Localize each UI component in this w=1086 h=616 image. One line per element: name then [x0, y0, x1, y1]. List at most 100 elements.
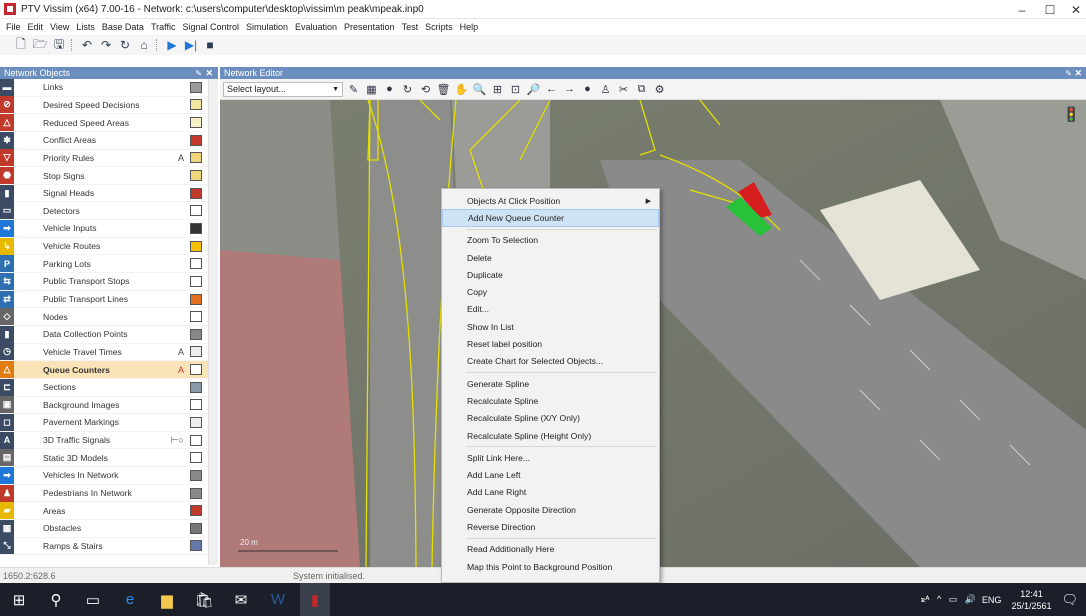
label-toggle[interactable]: A [178, 347, 184, 357]
graphic-parameters-swatch[interactable] [190, 293, 202, 305]
refresh-icon[interactable]: ↻ [118, 38, 132, 52]
menu-view[interactable]: View [50, 22, 69, 32]
context-menu-item[interactable]: Recalculate Spline (X/Y Only) [442, 410, 659, 427]
background-icon[interactable]: ● [383, 82, 396, 96]
grid-icon[interactable]: ▦ [365, 82, 378, 96]
graphic-parameters-swatch[interactable] [190, 416, 202, 428]
network-object-row[interactable]: ◷ Vehicle Travel Times A [0, 343, 208, 362]
graphic-parameters-swatch[interactable] [190, 452, 202, 464]
graphic-parameters-swatch[interactable] [190, 99, 202, 111]
context-menu-item[interactable]: Reverse Direction [442, 518, 659, 535]
network-object-row[interactable]: ▽ Priority Rules A [0, 149, 208, 168]
graphic-parameters-swatch[interactable] [190, 275, 202, 287]
zoom-in-icon[interactable]: 🔍 [473, 82, 487, 96]
save-file-icon[interactable]: 🖫 [52, 37, 66, 52]
menu-simulation[interactable]: Simulation [246, 22, 288, 32]
graphic-parameters-swatch[interactable] [190, 346, 202, 358]
network-object-row[interactable]: ⬣ Stop Signs [0, 167, 208, 185]
graphic-parameters-swatch[interactable] [190, 258, 202, 270]
menu-presentation[interactable]: Presentation [344, 22, 395, 32]
network-object-row[interactable]: ➡ Vehicles In Network [0, 466, 208, 485]
network-object-row[interactable]: ◻ Pavement Markings [0, 414, 208, 432]
context-menu-item[interactable]: Delete [442, 249, 659, 266]
menu-evaluation[interactable]: Evaluation [295, 22, 337, 32]
network-object-row[interactable]: ▮ Data Collection Points [0, 325, 208, 344]
menu-traffic[interactable]: Traffic [151, 22, 176, 32]
graphic-parameters-swatch[interactable] [190, 152, 202, 164]
new-file-icon[interactable]: 🗋 [14, 37, 28, 52]
network-object-row[interactable]: A 3D Traffic Signals ⊢○ [0, 431, 208, 450]
network-objects-scrollbar[interactable] [208, 79, 218, 565]
context-menu-item[interactable]: Zoom To Selection [442, 232, 659, 249]
tray-icons[interactable]: ꭱᴬ ^ ▭ 🔊 [921, 594, 976, 605]
screenshot-icon[interactable]: ⧉ [635, 82, 648, 96]
network-object-row[interactable]: ⇄ Public Transport Lines [0, 290, 208, 309]
close-button[interactable]: ✕ [1060, 0, 1086, 19]
context-menu-item[interactable]: Copy [442, 283, 659, 300]
graphic-parameters-swatch[interactable] [190, 487, 202, 499]
graphic-parameters-swatch[interactable] [190, 134, 202, 146]
context-menu-item[interactable]: Add New Queue Counter [442, 209, 659, 227]
forward-arrow-icon[interactable]: → [563, 82, 576, 96]
network-object-row[interactable]: ⇆ Public Transport Stops [0, 272, 208, 291]
label-toggle[interactable]: A [178, 153, 184, 163]
layout-select[interactable]: Select layout... ▼ [223, 81, 343, 97]
windows-start-icon[interactable]: ⊞ [4, 583, 34, 616]
pin-icon[interactable]: ✎ [1065, 69, 1072, 78]
graphic-parameters-swatch[interactable] [190, 117, 202, 129]
context-menu-item[interactable]: Generate Spline [442, 375, 659, 392]
undo-icon[interactable]: ↶ [80, 38, 94, 52]
network-object-row[interactable]: △ Reduced Speed Areas [0, 114, 208, 132]
network-object-row[interactable]: ◇ Nodes [0, 308, 208, 326]
graphic-parameters-swatch[interactable] [190, 205, 202, 217]
notification-icon[interactable]: 🗨 [1061, 592, 1078, 608]
edge-icon[interactable]: e [115, 583, 145, 616]
network-object-row[interactable]: ♟ Pedestrians In Network [0, 484, 208, 503]
zoom-extent-icon[interactable]: ⊡ [509, 82, 522, 96]
panel-close-icon[interactable]: ✕ [1074, 68, 1082, 79]
context-menu-item[interactable]: Duplicate [442, 266, 659, 283]
context-menu-item[interactable]: Objects At Click Position ▶ [442, 192, 659, 209]
graphic-parameters-swatch[interactable] [190, 222, 202, 234]
context-menu-item[interactable]: Read Additionally Here [442, 541, 659, 558]
graphic-parameters-swatch[interactable] [190, 364, 202, 376]
store-icon[interactable]: 🛍 [189, 583, 219, 616]
network-object-row[interactable]: ✱ Conflict Areas [0, 131, 208, 150]
graphic-parameters-swatch[interactable] [190, 381, 202, 393]
word-icon[interactable]: W [263, 583, 293, 616]
label-toggle[interactable]: A [178, 365, 184, 375]
network-object-row[interactable]: ↳ Vehicle Routes [0, 237, 208, 256]
open-file-icon[interactable]: 🗁 [33, 37, 48, 52]
graphic-parameters-swatch[interactable] [190, 240, 202, 252]
pedestrian-icon[interactable]: ♙ [599, 82, 612, 96]
language-indicator[interactable]: ENG [982, 595, 1002, 605]
tools-icon[interactable]: ✂ [617, 82, 630, 96]
graphic-parameters-swatch[interactable] [190, 170, 202, 182]
graphic-parameters-swatch[interactable] [190, 522, 202, 534]
vehicle-icon[interactable]: ● [581, 82, 594, 96]
context-menu-item[interactable]: Recalculate Spline [442, 392, 659, 409]
menu-scripts[interactable]: Scripts [425, 22, 453, 32]
graphic-parameters-swatch[interactable] [190, 81, 202, 93]
graphic-parameters-swatch[interactable] [190, 469, 202, 481]
network-object-row[interactable]: ⊘ Desired Speed Decisions [0, 96, 208, 115]
menu-edit[interactable]: Edit [28, 22, 44, 32]
context-menu-item[interactable]: Split Link Here... [442, 449, 659, 466]
home-icon[interactable]: ⌂ [137, 38, 151, 52]
graphic-parameters-swatch[interactable] [190, 434, 202, 446]
graphic-parameters-swatch[interactable] [190, 505, 202, 517]
menu-signal-control[interactable]: Signal Control [182, 22, 239, 32]
network-object-row[interactable]: ⤡ Ramps & Stairs [0, 537, 208, 556]
task-view-icon[interactable]: ▭ [78, 583, 108, 616]
network-object-row[interactable]: ▮ Signal Heads [0, 184, 208, 203]
menu-lists[interactable]: Lists [76, 22, 95, 32]
zoom-window-icon[interactable]: ⊞ [491, 82, 504, 96]
context-menu-item[interactable]: Map this Point to Background Position [442, 558, 659, 575]
menu-help[interactable]: Help [460, 22, 479, 32]
redo-icon[interactable]: ↷ [99, 38, 113, 52]
context-menu-item[interactable]: Recalculate Spline (Height Only) [442, 427, 659, 444]
play-icon[interactable]: ▶ [165, 38, 179, 52]
traffic-signal-icon[interactable]: 🚦 [1063, 106, 1080, 123]
network-object-row[interactable]: P Parking Lots [0, 255, 208, 274]
settings-icon[interactable]: ⚙ [653, 82, 666, 96]
